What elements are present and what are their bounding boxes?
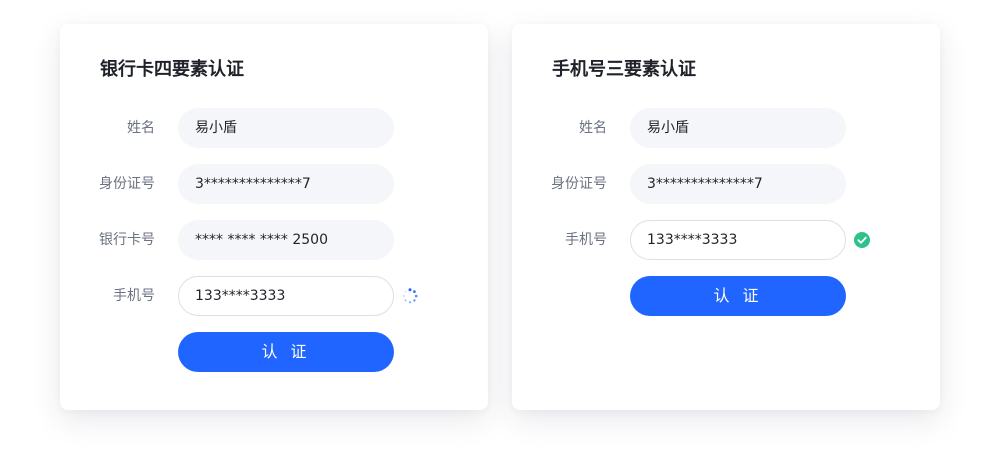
name-label: 姓名 <box>579 120 607 136</box>
bank-card-verification-card: 银行卡四要素认证 姓名 易小盾 身份证号 3**************7 银行… <box>60 24 488 410</box>
phone-row: 手机号 133****3333 <box>512 220 940 260</box>
bank-card-number-input[interactable]: **** **** **** 2500 <box>178 220 394 260</box>
name-input[interactable]: 易小盾 <box>178 108 394 148</box>
card-title: 手机号三要素认证 <box>552 59 696 80</box>
id-number-row: 身份证号 3**************7 <box>60 164 488 204</box>
bank-card-number-label: 银行卡号 <box>99 232 155 248</box>
loading-spinner-icon <box>402 288 418 304</box>
id-number-label: 身份证号 <box>99 176 155 192</box>
card-title: 银行卡四要素认证 <box>100 59 244 80</box>
phone-input[interactable]: 133****3333 <box>630 220 846 260</box>
id-number-label: 身份证号 <box>551 176 607 192</box>
id-number-input[interactable]: 3**************7 <box>630 164 846 204</box>
bank-card-number-row: 银行卡号 **** **** **** 2500 <box>60 220 488 260</box>
id-number-input[interactable]: 3**************7 <box>178 164 394 204</box>
check-circle-icon <box>854 232 870 248</box>
id-number-row: 身份证号 3**************7 <box>512 164 940 204</box>
phone-label: 手机号 <box>565 232 607 248</box>
name-row: 姓名 易小盾 <box>512 108 940 148</box>
name-row: 姓名 易小盾 <box>60 108 488 148</box>
name-label: 姓名 <box>127 120 155 136</box>
mobile-verification-card: 手机号三要素认证 姓名 易小盾 身份证号 3**************7 手机… <box>512 24 940 410</box>
phone-input[interactable]: 133****3333 <box>178 276 394 316</box>
verify-button[interactable]: 认 证 <box>630 276 846 316</box>
phone-label: 手机号 <box>113 288 155 304</box>
verify-button[interactable]: 认 证 <box>178 332 394 372</box>
phone-row: 手机号 133****3333 <box>60 276 488 316</box>
name-input[interactable]: 易小盾 <box>630 108 846 148</box>
